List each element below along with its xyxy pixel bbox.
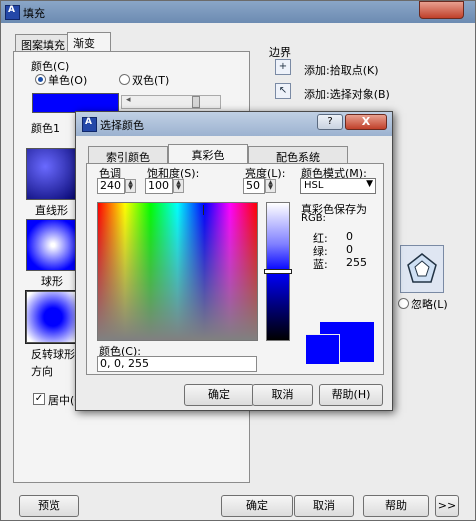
- hue-input[interactable]: 240: [97, 178, 125, 194]
- radio-ignore[interactable]: [398, 298, 409, 309]
- select-objects-icon[interactable]: ↖: [275, 83, 291, 99]
- outer-cancel-button[interactable]: 取消: [294, 495, 354, 517]
- outer-ok-button[interactable]: 确定: [221, 495, 293, 517]
- select-color-dialog: 选择颜色 ? X 索引颜色 真彩色 配色系统 色调 240 ▲▼ 饱和度(S):…: [75, 111, 393, 411]
- center-checkbox[interactable]: ✓: [33, 393, 45, 405]
- radio-double-label: 双色(T): [132, 74, 170, 87]
- old-color-preview: [306, 334, 340, 364]
- dialog-app-icon: [82, 117, 97, 132]
- shade-slider[interactable]: ◂: [121, 95, 221, 109]
- color-mode-select[interactable]: HSL ▼: [300, 178, 376, 194]
- hue-saturation-spectrum[interactable]: [97, 202, 258, 341]
- luminance-input[interactable]: 50: [243, 178, 265, 194]
- gradient-inverse-sphere-preview[interactable]: [25, 290, 81, 344]
- preview-button[interactable]: 预览: [19, 495, 79, 517]
- outer-help-button[interactable]: 帮助: [363, 495, 429, 517]
- close-icon[interactable]: X: [345, 114, 387, 130]
- tab-color-books[interactable]: 配色系统: [248, 146, 348, 164]
- gradient-sphere-label: 球形: [41, 275, 63, 288]
- tab-gradient[interactable]: 渐变色: [67, 32, 111, 66]
- boundary-label: 边界: [269, 46, 291, 59]
- outer-title: 填充: [23, 7, 45, 20]
- luminance-spin-button[interactable]: ▲ ▼: [265, 179, 276, 193]
- blue-label: 蓝:: [313, 258, 328, 271]
- blue-value: 255: [346, 256, 367, 269]
- gradient-inverse-label: 反转球形: [31, 348, 75, 361]
- dialog-cancel-button[interactable]: 取消: [252, 384, 313, 406]
- color-value-input[interactable]: 0, 0, 255: [97, 356, 257, 372]
- add-pick-points[interactable]: 添加:拾取点(K): [304, 62, 379, 78]
- color1-swatch[interactable]: [32, 93, 119, 113]
- radio-single-label: 单色(O): [48, 74, 88, 87]
- outer-title-bar: 填充: [1, 1, 475, 23]
- gradient-sphere-preview[interactable]: [26, 219, 80, 271]
- add-select-objects[interactable]: 添加:选择对象(B): [304, 86, 390, 102]
- ignore-label: 忽略(L): [411, 298, 448, 311]
- gradient-linear-preview[interactable]: [26, 148, 80, 200]
- saturation-spin-button[interactable]: ▲ ▼: [173, 179, 184, 193]
- hue-spin-button[interactable]: ▲ ▼: [125, 179, 136, 193]
- saturation-input[interactable]: 100: [145, 178, 173, 194]
- radio-two-color[interactable]: [119, 74, 130, 85]
- green-value: 0: [346, 243, 353, 256]
- slider-thumb[interactable]: [192, 96, 200, 108]
- dialog-title: 选择颜色: [100, 119, 144, 132]
- tab-true-color[interactable]: 真彩色: [168, 144, 248, 164]
- tab-index-color[interactable]: 索引颜色: [88, 146, 168, 164]
- red-value: 0: [346, 230, 353, 243]
- more-options-button[interactable]: >>: [435, 495, 459, 517]
- radio-single-color[interactable]: [35, 74, 46, 85]
- dialog-help-button[interactable]: 帮助(H): [319, 384, 383, 406]
- luminance-marker[interactable]: [264, 269, 292, 274]
- spectrum-crosshair[interactable]: [203, 205, 204, 215]
- outer-close-button[interactable]: [419, 1, 464, 19]
- chevron-down-icon: ▼: [366, 179, 373, 189]
- pick-points-icon[interactable]: +: [275, 59, 291, 75]
- app-icon: [5, 5, 20, 20]
- slider-left-arrow-icon: ◂: [126, 95, 131, 105]
- gradient-linear-label: 直线形: [35, 204, 68, 217]
- pentagon-icon: [407, 253, 437, 283]
- direction-label: 方向: [31, 365, 53, 378]
- rgb-label: RGB:: [301, 213, 326, 224]
- dialog-ok-button[interactable]: 确定: [184, 384, 254, 406]
- color1-label: 颜色1: [31, 122, 60, 135]
- island-style-preview[interactable]: [400, 245, 444, 293]
- tab-true-color-label: 真彩色: [191, 149, 225, 162]
- color-mode-value: HSL: [304, 180, 324, 191]
- help-icon[interactable]: ?: [317, 114, 343, 130]
- dialog-title-bar: 选择颜色 ? X: [76, 112, 392, 136]
